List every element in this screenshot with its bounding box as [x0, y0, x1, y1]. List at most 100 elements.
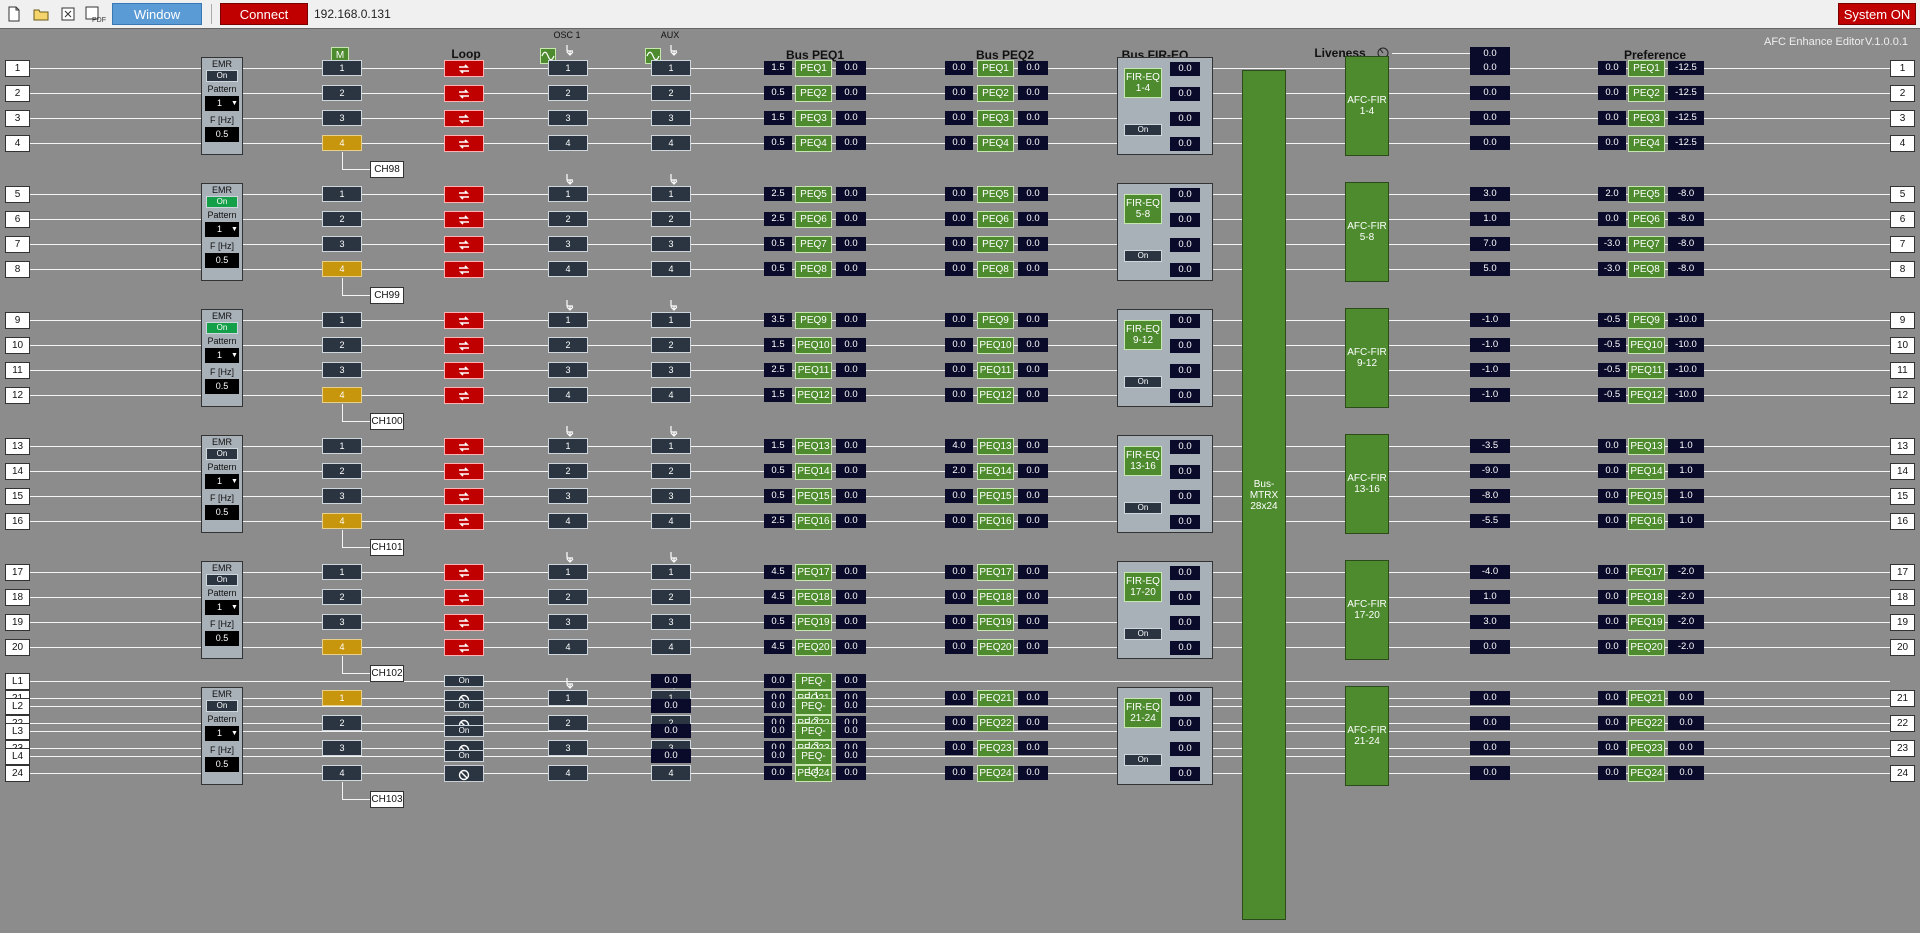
peq2-button[interactable]: PEQ7 — [977, 236, 1014, 253]
loop-button[interactable] — [444, 513, 484, 530]
preference-left-value[interactable]: 0.0 — [1598, 464, 1626, 478]
osc-channel-button[interactable]: 1 — [548, 312, 588, 328]
peq1-right-value[interactable]: 0.0 — [836, 439, 866, 453]
osc-channel-button[interactable]: 3 — [548, 488, 588, 504]
peq1-left-value[interactable]: 1.5 — [764, 338, 792, 352]
aux-channel-button[interactable]: 2 — [651, 337, 691, 353]
osc-channel-button[interactable]: 3 — [548, 236, 588, 252]
loop-button[interactable] — [444, 312, 484, 329]
peq2-button[interactable]: PEQ6 — [977, 211, 1014, 228]
loop-button[interactable] — [444, 110, 484, 127]
preference-peq-button[interactable]: PEQ17 — [1628, 564, 1665, 581]
line-peq-button[interactable]: PEQ-L1 — [795, 673, 832, 702]
preference-right-value[interactable]: 0.0 — [1668, 691, 1704, 705]
aux-channel-button[interactable]: 2 — [651, 211, 691, 227]
sub-channel-button[interactable]: 2 — [322, 85, 362, 101]
fir-eq-value[interactable]: 0.0 — [1170, 364, 1200, 378]
peq1-button[interactable]: PEQ11 — [795, 362, 832, 379]
peq2-right-value[interactable]: 0.0 — [1018, 766, 1048, 780]
preference-peq-button[interactable]: PEQ24 — [1628, 765, 1665, 782]
preference-right-value[interactable]: -10.0 — [1668, 313, 1704, 327]
line-peq-right-value[interactable]: 0.0 — [836, 699, 866, 713]
loop-button[interactable] — [444, 463, 484, 480]
preference-peq-button[interactable]: PEQ22 — [1628, 715, 1665, 732]
peq1-right-value[interactable]: 0.0 — [836, 61, 866, 75]
peq1-right-value[interactable]: 0.0 — [836, 86, 866, 100]
peq1-left-value[interactable]: 0.5 — [764, 464, 792, 478]
sub-channel-button[interactable]: 3 — [322, 236, 362, 252]
preference-peq-button[interactable]: PEQ6 — [1628, 211, 1665, 228]
peq2-left-value[interactable]: 0.0 — [945, 237, 973, 251]
sub-channel-button[interactable]: 3 — [322, 488, 362, 504]
preference-left-value[interactable]: -0.5 — [1598, 363, 1626, 377]
peq1-right-value[interactable]: 0.0 — [836, 212, 866, 226]
down-arrow-icon[interactable] — [669, 424, 679, 437]
peq1-left-value[interactable]: 3.5 — [764, 313, 792, 327]
liveness-value[interactable]: -3.5 — [1470, 439, 1510, 453]
down-arrow-icon[interactable] — [565, 424, 575, 437]
line-channel-label[interactable]: L4 — [5, 748, 30, 765]
preference-left-value[interactable]: 0.0 — [1598, 136, 1626, 150]
aux-channel-button[interactable]: 3 — [651, 488, 691, 504]
afc-fir-block[interactable]: AFC-FIR 21-24 — [1345, 686, 1389, 786]
preference-peq-button[interactable]: PEQ10 — [1628, 337, 1665, 354]
preference-left-value[interactable]: -3.0 — [1598, 262, 1626, 276]
fir-eq-value[interactable]: 0.0 — [1170, 692, 1200, 706]
peq2-button[interactable]: PEQ4 — [977, 135, 1014, 152]
preference-right-value[interactable]: 1.0 — [1668, 514, 1704, 528]
peq2-right-value[interactable]: 0.0 — [1018, 237, 1048, 251]
peq1-right-value[interactable]: 0.0 — [836, 615, 866, 629]
aux-channel-button[interactable]: 4 — [651, 513, 691, 529]
export-icon[interactable] — [59, 5, 77, 23]
fir-eq-button[interactable]: FIR-EQ 5-8 — [1124, 194, 1162, 224]
peq1-right-value[interactable]: 0.0 — [836, 338, 866, 352]
preference-left-value[interactable]: 0.0 — [1598, 111, 1626, 125]
peq1-left-value[interactable]: 4.5 — [764, 590, 792, 604]
line-loop-on-button[interactable]: On — [444, 725, 484, 737]
peq2-left-value[interactable]: 0.0 — [945, 716, 973, 730]
preference-left-value[interactable]: -0.5 — [1598, 313, 1626, 327]
sub-channel-button[interactable]: 1 — [322, 438, 362, 454]
peq2-button[interactable]: PEQ13 — [977, 438, 1014, 455]
preference-left-value[interactable]: 0.0 — [1598, 439, 1626, 453]
peq2-button[interactable]: PEQ3 — [977, 110, 1014, 127]
peq2-button[interactable]: PEQ5 — [977, 186, 1014, 203]
preference-peq-button[interactable]: PEQ2 — [1628, 85, 1665, 102]
line-channel-label[interactable]: L3 — [5, 723, 30, 740]
fir-eq-value[interactable]: 0.0 — [1170, 767, 1200, 781]
peq2-button[interactable]: PEQ17 — [977, 564, 1014, 581]
peq1-button[interactable]: PEQ14 — [795, 463, 832, 480]
preference-right-value[interactable]: -12.5 — [1668, 86, 1704, 100]
peq2-button[interactable]: PEQ24 — [977, 765, 1014, 782]
liveness-value[interactable]: -1.0 — [1470, 388, 1510, 402]
peq1-right-value[interactable]: 0.0 — [836, 464, 866, 478]
pattern-select[interactable]: 1 ▼ — [205, 600, 239, 615]
peq2-button[interactable]: PEQ19 — [977, 614, 1014, 631]
preference-peq-button[interactable]: PEQ16 — [1628, 513, 1665, 530]
freq-value[interactable]: 0.5 — [205, 253, 239, 268]
osc-channel-button[interactable]: 3 — [548, 740, 588, 756]
freq-value[interactable]: 0.5 — [205, 379, 239, 394]
peq2-right-value[interactable]: 0.0 — [1018, 363, 1048, 377]
line-peq-right-value[interactable]: 0.0 — [836, 749, 866, 763]
down-arrow-icon[interactable] — [669, 43, 679, 56]
peq2-button[interactable]: PEQ9 — [977, 312, 1014, 329]
preference-right-value[interactable]: 0.0 — [1668, 741, 1704, 755]
channel-number-left[interactable]: 20 — [5, 639, 30, 656]
sub-channel-button[interactable]: 3 — [322, 362, 362, 378]
loop-button[interactable] — [444, 186, 484, 203]
peq2-button[interactable]: PEQ23 — [977, 740, 1014, 757]
loop-button[interactable] — [444, 614, 484, 631]
fir-eq-button[interactable]: FIR-EQ 21-24 — [1124, 698, 1162, 728]
liveness-value[interactable]: -8.0 — [1470, 489, 1510, 503]
sub-channel-button[interactable]: 1 — [322, 186, 362, 202]
peq2-button[interactable]: PEQ2 — [977, 85, 1014, 102]
peq1-right-value[interactable]: 0.0 — [836, 514, 866, 528]
ch-output-label[interactable]: CH102 — [370, 665, 404, 682]
sub-channel-button[interactable]: 4 — [322, 387, 362, 403]
sub-channel-button[interactable]: 3 — [322, 110, 362, 126]
channel-number-right[interactable]: 2 — [1890, 85, 1915, 102]
preference-left-value[interactable]: 0.0 — [1598, 615, 1626, 629]
liveness-value[interactable]: -4.0 — [1470, 565, 1510, 579]
fir-eq-button[interactable]: FIR-EQ 1-4 — [1124, 68, 1162, 98]
